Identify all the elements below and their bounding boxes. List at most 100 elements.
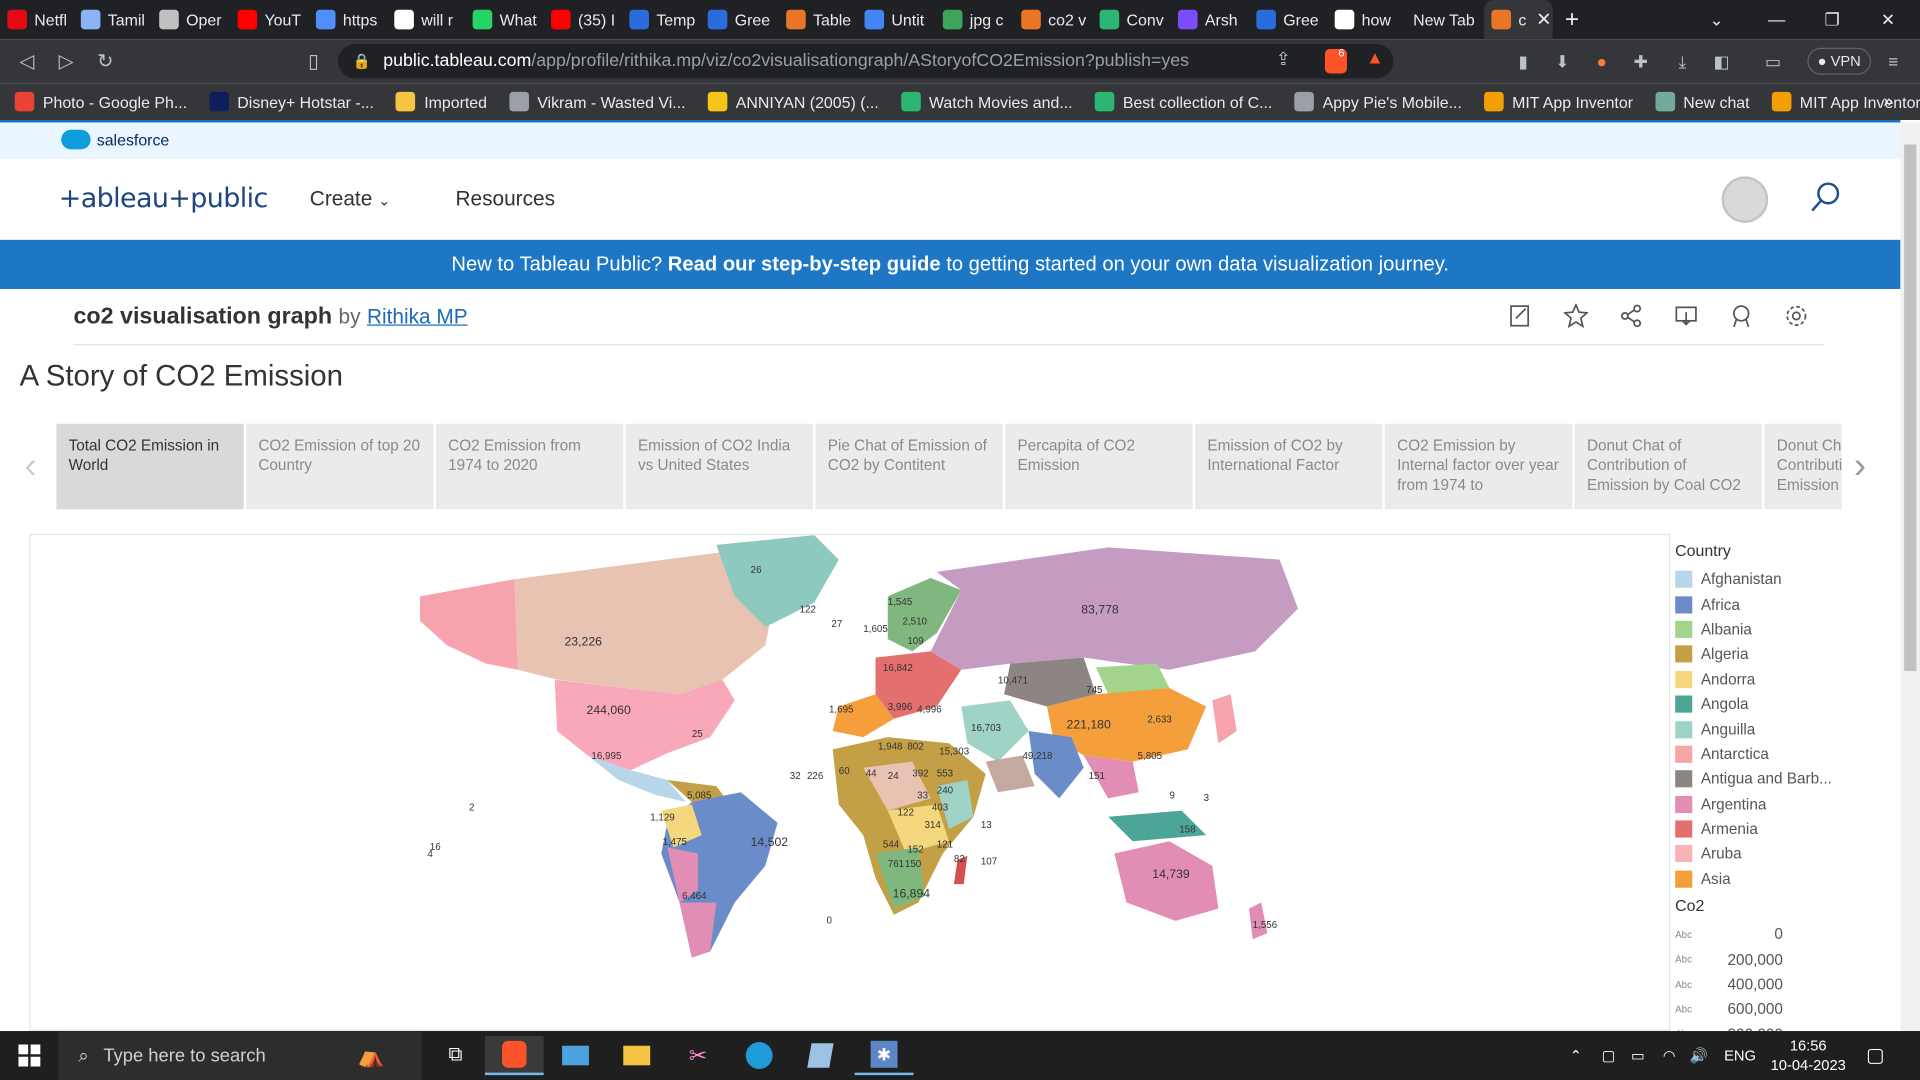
world-map[interactable]: 23,226 244,060 26 122 27 1,605 1,545 2,510 109 16… (29, 533, 1671, 1032)
bookmarks-overflow-icon[interactable]: » (1883, 91, 1893, 111)
volume-icon[interactable]: 🔊 (1690, 1031, 1708, 1080)
battery-icon[interactable]: ▭ (1631, 1031, 1645, 1080)
remote-desktop-icon[interactable] (546, 1036, 605, 1075)
story-next-icon[interactable]: › (1854, 446, 1866, 488)
avatar[interactable] (1721, 176, 1769, 223)
extension-download-icon[interactable]: ⬇ (1550, 49, 1574, 73)
vpn-button[interactable]: ● VPN (1807, 47, 1872, 75)
favorite-star-icon[interactable] (1563, 303, 1589, 329)
new-tab-icon[interactable]: + (1553, 6, 1592, 34)
legend-country-item[interactable]: Antarctica (1675, 742, 1846, 767)
minimize-icon[interactable]: — (1768, 0, 1785, 39)
browser-tab[interactable]: New Tab (1406, 0, 1484, 39)
legend-country-item[interactable]: Asia (1675, 867, 1846, 892)
bookmark-item[interactable]: New chat (1655, 91, 1750, 112)
bookmark-item[interactable]: Imported (396, 91, 487, 112)
browser-tab[interactable]: What (465, 0, 543, 39)
legend-country-item[interactable]: Anguilla (1675, 717, 1846, 742)
address-bar[interactable]: 🔒 public.tableau.com/app/profile/rithika… (337, 44, 1394, 79)
bookmark-page-icon[interactable]: ▯ (294, 49, 333, 73)
brave-rewards-icon[interactable]: ▲ (1366, 49, 1384, 69)
salesforce-logo[interactable]: salesforce (61, 129, 169, 150)
extensions-puzzle-icon[interactable]: ✚ (1629, 49, 1653, 73)
browser-tab[interactable]: jpg c (936, 0, 1014, 39)
bookmark-item[interactable]: Best collection of C... (1094, 91, 1272, 112)
legend-country-item[interactable]: Armenia (1675, 817, 1846, 842)
story-point-tab[interactable]: Total CO2 Emission in World (56, 423, 244, 510)
browser-tab[interactable]: Netfl (0, 0, 73, 39)
forward-icon[interactable]: ▷ (47, 49, 86, 73)
bookmark-item[interactable]: Watch Movies and... (900, 91, 1073, 112)
legend-country-item[interactable]: Angola (1675, 692, 1846, 717)
legend-country-item[interactable]: Afghanistan (1675, 567, 1846, 592)
legend-country-item[interactable]: Africa (1675, 592, 1846, 617)
region-alaska[interactable] (420, 579, 518, 670)
maximize-icon[interactable]: ❐ (1825, 0, 1840, 39)
legend-country-item[interactable]: Aruba (1675, 842, 1846, 867)
meet-now-icon[interactable]: ▢ (1602, 1031, 1616, 1080)
story-point-tab[interactable]: Pie Chat of Emission of CO2 by Contitent (815, 423, 1003, 510)
search-icon[interactable] (1810, 181, 1842, 213)
bookmark-item[interactable]: MIT App Inventor (1483, 91, 1633, 112)
back-icon[interactable]: ◁ (7, 49, 46, 73)
menu-icon[interactable]: ≡ (1881, 49, 1905, 73)
browser-tab[interactable]: Oper (152, 0, 230, 39)
story-prev-icon[interactable]: ‹ (24, 446, 36, 488)
downloads-icon[interactable]: ⤓ (1670, 49, 1694, 73)
notifications-icon[interactable]: ▢ (1866, 1031, 1885, 1080)
create-menu[interactable]: Create ⌄ (310, 187, 391, 211)
bookmark-item[interactable]: MIT App Inventor (1771, 91, 1920, 112)
edge-browser-icon[interactable] (730, 1036, 789, 1075)
snipping-tool-icon[interactable]: ✂ (669, 1036, 728, 1075)
reload-icon[interactable]: ↻ (86, 49, 125, 73)
browser-tab[interactable]: how (1327, 0, 1405, 39)
share-icon[interactable]: ⇪ (1276, 50, 1291, 70)
browser-tab[interactable]: Untit (857, 0, 935, 39)
browser-tab[interactable]: Arsh (1171, 0, 1249, 39)
browser-tab[interactable]: c ✕ (1484, 0, 1553, 40)
bookmark-item[interactable]: Disney+ Hotstar -... (209, 91, 374, 112)
windows-start-icon[interactable] (0, 1031, 59, 1080)
close-window-icon[interactable]: ✕ (1881, 0, 1895, 39)
file-explorer-icon[interactable] (607, 1036, 666, 1075)
download-icon[interactable] (1674, 304, 1698, 328)
page-scrollbar[interactable] (1900, 122, 1920, 1032)
extension-fox-icon[interactable]: ● (1589, 49, 1613, 73)
brave-browser-icon[interactable] (484, 1035, 544, 1076)
story-point-tab[interactable]: Donut Chat of Contribution of Emission (1764, 423, 1842, 510)
tab-search-icon[interactable]: ⌄ (1709, 0, 1723, 39)
story-point-tab[interactable]: Donut Chat of Contribution of Emission b… (1574, 423, 1763, 510)
legend-country-item[interactable]: Albania (1675, 617, 1846, 642)
story-point-tab[interactable]: Emission of CO2 by International Factor (1195, 423, 1383, 510)
region-japan[interactable] (1212, 694, 1237, 744)
browser-tab[interactable]: (35) I (544, 0, 622, 39)
scrollbar-thumb[interactable] (1904, 144, 1917, 672)
wallet-icon[interactable]: ▮ (1511, 49, 1535, 73)
language-indicator[interactable]: ENG (1724, 1031, 1756, 1080)
story-point-tab[interactable]: CO2 Emission by Internal factor over yea… (1384, 423, 1573, 510)
notepad-icon[interactable] (791, 1036, 850, 1075)
legend-country-item[interactable]: Argentina (1675, 792, 1846, 817)
edit-viz-icon[interactable] (1509, 304, 1533, 328)
legend-country-item[interactable]: Algeria (1675, 642, 1846, 667)
close-tab-icon[interactable]: ✕ (1536, 9, 1551, 31)
search-highlight-icon[interactable]: ⛺ (328, 1036, 414, 1075)
story-point-tab[interactable]: Percapita of CO2 Emission (1005, 423, 1193, 510)
browser-tab[interactable]: Gree (1249, 0, 1327, 39)
bookmark-item[interactable]: Appy Pie's Mobile... (1294, 91, 1462, 112)
browser-tab[interactable]: co2 v (1014, 0, 1092, 39)
region-usa[interactable] (554, 679, 735, 771)
story-point-tab[interactable]: CO2 Emission from 1974 to 2020 (435, 423, 624, 510)
task-view-icon[interactable]: ⧉ (426, 1036, 485, 1075)
browser-tab[interactable]: https (309, 0, 387, 39)
network-icon[interactable]: ◠ (1663, 1031, 1676, 1080)
bookmark-item[interactable]: Photo - Google Ph... (14, 91, 187, 112)
browser-tab[interactable]: Temp (622, 0, 700, 39)
metadata-icon[interactable] (1729, 304, 1753, 328)
browser-tab[interactable]: Tamil (73, 0, 151, 39)
bookmark-item[interactable]: ANNIYAN (2005) (... (707, 91, 879, 112)
step-by-step-guide-link[interactable]: Read our step-by-step guide (668, 253, 941, 275)
show-hidden-icons-icon[interactable]: ⌃ (1570, 1031, 1582, 1080)
wallet-notification-icon[interactable]: ▭ (1761, 49, 1785, 73)
browser-tab[interactable]: Table (779, 0, 857, 39)
